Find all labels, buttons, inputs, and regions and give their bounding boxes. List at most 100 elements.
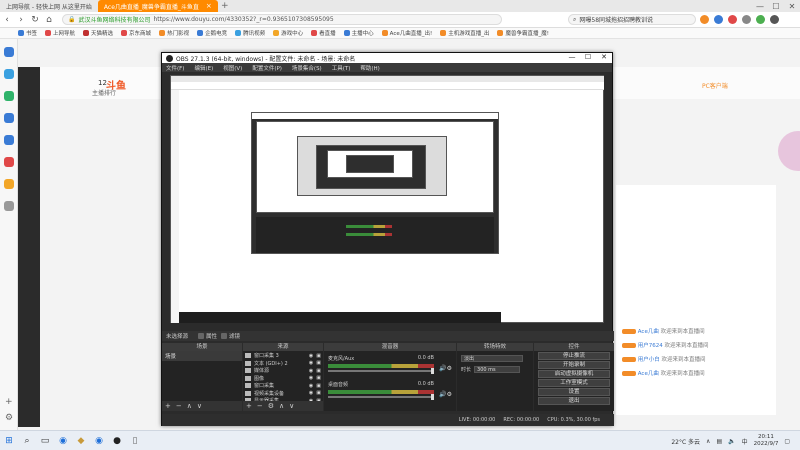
search-input[interactable]: ⌕ 网曝58同城拖招招聘教训说 — [568, 14, 696, 25]
side-panel-icon[interactable] — [4, 69, 14, 79]
start-icon[interactable]: ⊞ — [0, 434, 18, 448]
properties-button[interactable]: 属性 — [198, 332, 217, 340]
app-icon[interactable]: ◆ — [72, 434, 90, 448]
lock-icon[interactable]: ▣ — [316, 383, 321, 389]
slider-knob[interactable] — [431, 368, 434, 374]
source-footer-button[interactable]: ∨ — [289, 402, 294, 410]
extension-icon[interactable] — [770, 15, 779, 24]
source-item[interactable]: 图像 ◉ ▣ — [243, 375, 323, 383]
extension-icon[interactable] — [714, 15, 723, 24]
bookmark-item[interactable]: 主机游戏直播_出 — [440, 29, 489, 37]
bookmark-item[interactable]: 天猫精选 — [83, 29, 113, 37]
bookmark-item[interactable]: 游戏中心 — [273, 29, 303, 37]
transition-select[interactable]: 淡出 — [461, 355, 523, 362]
chat-username[interactable]: 用户小白 — [638, 357, 660, 363]
task-view-icon[interactable]: ▭ — [36, 434, 54, 448]
forward-button[interactable]: › — [14, 15, 28, 25]
filters-button[interactable]: 滤镜 — [221, 332, 240, 340]
control-button[interactable]: 设置 — [538, 388, 610, 396]
url-input[interactable]: 🔒 武汉斗鱼网络科技有限公司 https://www.douyu.com/433… — [62, 14, 502, 25]
scene-footer-button[interactable]: − — [176, 402, 182, 410]
control-button[interactable]: 工作室模式 — [538, 379, 610, 387]
settings-icon[interactable]: ⚙ — [5, 413, 13, 423]
bookmark-item[interactable]: 企鹅电竞 — [197, 29, 227, 37]
duration-input[interactable]: 300 ms — [474, 366, 521, 373]
side-panel-icon[interactable] — [4, 135, 14, 145]
new-tab-button[interactable]: + — [218, 1, 232, 11]
scene-footer-button[interactable]: ∧ — [187, 402, 192, 410]
weather-text[interactable]: 22°C 多云 — [671, 437, 700, 446]
tab-douyu[interactable]: Ace几曲直播_魔兽争霸直播_斗鱼直 × — [97, 0, 218, 12]
side-panel-icon[interactable] — [4, 113, 14, 123]
visibility-eye-icon[interactable]: ◉ — [309, 383, 313, 389]
lock-icon[interactable]: ▣ — [316, 368, 321, 374]
add-icon[interactable]: + — [5, 397, 13, 407]
search-icon[interactable]: ⌕ — [18, 434, 36, 448]
bookmark-item[interactable]: Ace几曲直播_出! — [381, 29, 432, 37]
extension-icon[interactable] — [742, 15, 751, 24]
bookmark-item[interactable]: 京东商城 — [121, 29, 151, 37]
obs-menu-item[interactable]: 场景集合(S) — [292, 64, 322, 72]
extension-icon[interactable] — [700, 15, 709, 24]
side-panel-icon[interactable] — [4, 157, 14, 167]
bookmark-item[interactable]: 书签 — [18, 29, 37, 37]
chat-username[interactable]: 用户7624 — [638, 343, 663, 349]
control-button[interactable]: 开始录制 — [538, 361, 610, 369]
control-button[interactable]: 启动虚拟摄像机 — [538, 370, 610, 378]
close-button[interactable]: ✕ — [784, 2, 800, 11]
bookmark-item[interactable]: 魔兽争霸直播_魔! — [497, 29, 549, 37]
source-footer-button[interactable]: ∧ — [279, 402, 284, 410]
visibility-eye-icon[interactable]: ◉ — [309, 360, 313, 366]
clock[interactable]: 20:11 2022/9/7 — [754, 434, 779, 448]
side-panel-icon[interactable] — [4, 201, 14, 211]
side-panel-icon[interactable] — [4, 91, 14, 101]
source-item[interactable]: 窗口采集 ◉ ▣ — [243, 382, 323, 390]
source-footer-button[interactable]: − — [257, 402, 263, 410]
slider-knob[interactable] — [431, 394, 434, 400]
obs-menu-item[interactable]: 配置文件(P) — [252, 64, 282, 72]
extension-icon[interactable] — [756, 15, 765, 24]
edge-icon[interactable]: ◉ — [54, 434, 72, 448]
source-footer-button[interactable]: ⚙ — [268, 402, 274, 410]
source-item[interactable]: 窗口采集 3 ◉ ▣ — [243, 352, 323, 360]
obs-menu-item[interactable]: 视图(V) — [223, 64, 242, 72]
maximize-button[interactable]: ☐ — [768, 2, 784, 11]
reload-button[interactable]: ↻ — [28, 15, 42, 25]
visibility-eye-icon[interactable]: ◉ — [309, 368, 313, 374]
promo-badge[interactable] — [778, 131, 800, 171]
side-panel-icon[interactable] — [4, 179, 14, 189]
volume-slider[interactable] — [328, 394, 434, 400]
home-button[interactable]: ⌂ — [42, 15, 56, 25]
obs-preview[interactable] — [170, 75, 604, 323]
source-item[interactable]: 媒体源 ◉ ▣ — [243, 367, 323, 375]
scene-item[interactable]: 场景 — [162, 351, 242, 361]
obs-menu-item[interactable]: 编辑(E) — [194, 64, 213, 72]
chat-username[interactable]: Ace几曲 — [638, 371, 659, 377]
lock-icon[interactable]: ▣ — [316, 353, 321, 359]
lock-icon[interactable]: ▣ — [316, 390, 321, 396]
notification-icon[interactable]: ▢ — [784, 438, 790, 445]
obs-maximize-button[interactable]: ☐ — [580, 53, 596, 61]
back-button[interactable]: ‹ — [0, 15, 14, 25]
obs-minimize-button[interactable]: — — [564, 53, 580, 61]
obs-close-button[interactable]: ✕ — [596, 53, 612, 61]
bookmark-item[interactable]: 腾讯视频 — [235, 29, 265, 37]
side-panel-icon[interactable] — [4, 47, 14, 57]
volume-icon[interactable]: 🔈 — [728, 438, 735, 445]
minimize-button[interactable]: — — [752, 2, 768, 11]
tab-navigation[interactable]: 上网导航 - 轻快上网 从这里开始 — [0, 0, 98, 12]
scene-footer-button[interactable]: ∨ — [197, 402, 202, 410]
language-indicator[interactable]: 中 — [742, 437, 748, 446]
tray-chevron-icon[interactable]: ∧ — [706, 438, 710, 445]
source-footer-button[interactable]: + — [246, 402, 252, 410]
bookmark-item[interactable]: 主播中心 — [343, 29, 374, 37]
obs-menu-item[interactable]: 文件(F) — [166, 64, 184, 72]
visibility-eye-icon[interactable]: ◉ — [309, 353, 313, 359]
close-tab-icon[interactable]: × — [206, 2, 212, 10]
control-button[interactable]: 停止推流 — [538, 352, 610, 360]
visibility-eye-icon[interactable]: ◉ — [309, 375, 313, 381]
file-icon[interactable]: ▯ — [126, 434, 144, 448]
lock-icon[interactable]: ▣ — [316, 360, 321, 366]
lock-icon[interactable]: ▣ — [316, 375, 321, 381]
extension-icon[interactable] — [728, 15, 737, 24]
